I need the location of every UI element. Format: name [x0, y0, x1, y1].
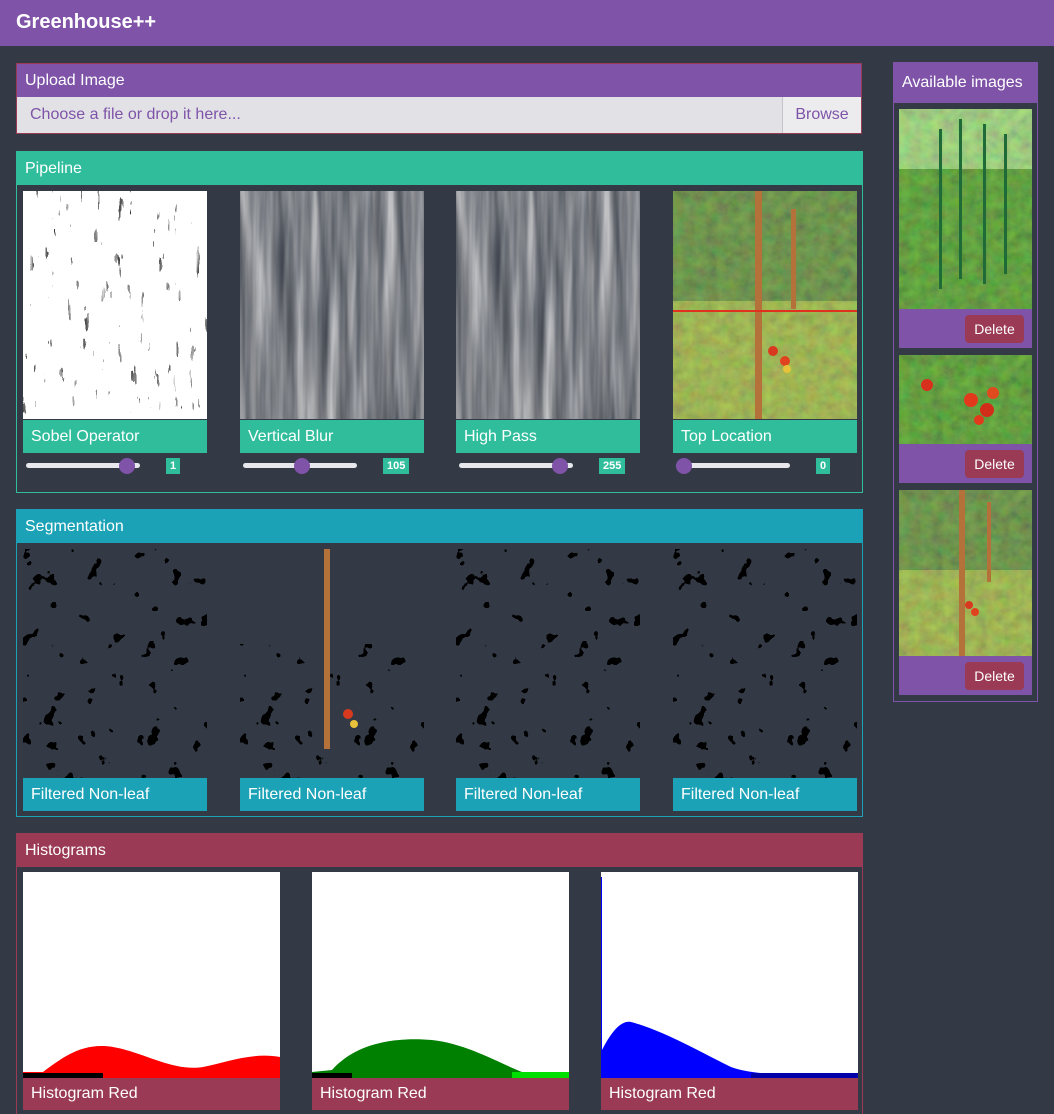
histogram-plot	[601, 872, 858, 1078]
step-value-badge: 0	[816, 458, 831, 474]
slider-thumb[interactable]	[293, 458, 310, 474]
vertical-blur-slider[interactable]	[243, 458, 357, 474]
segmentation-label: Filtered Non-leaf	[673, 778, 857, 811]
histograms-card: Histograms Histogram Red Histogram Red H…	[16, 833, 863, 1114]
step-value-badge: 105	[383, 458, 410, 474]
navbar: Greenhouse++	[0, 0, 1054, 46]
available-image-bar: Delete	[899, 656, 1032, 695]
segmentation-header: Segmentation	[17, 510, 862, 543]
delete-button[interactable]: Delete	[965, 450, 1024, 478]
high-pass-slider[interactable]	[459, 458, 573, 474]
histogram-plot	[312, 872, 569, 1078]
pipeline-card: Pipeline Sobel Operator 1 Vertical Blur …	[16, 151, 863, 493]
available-images-header: Available images	[894, 63, 1037, 103]
available-image-thumbnail[interactable]	[899, 490, 1032, 656]
histogram-label: Histogram Red	[601, 1078, 858, 1110]
step-label: Sobel Operator	[23, 420, 207, 453]
segmentation-card: Segmentation Filtered Non-leaf Filtered …	[16, 509, 863, 817]
segmentation-label: Filtered Non-leaf	[23, 778, 207, 811]
delete-button[interactable]: Delete	[965, 662, 1024, 690]
histogram-plot	[23, 872, 280, 1078]
browse-button[interactable]: Browse	[782, 97, 861, 133]
available-image-thumbnail[interactable]	[899, 355, 1032, 444]
available-images-panel: Available images Delete Delete Delete	[893, 62, 1038, 702]
step-value-badge: 255	[599, 458, 626, 474]
available-image-bar: Delete	[899, 444, 1032, 483]
available-image-bar: Delete	[899, 309, 1032, 348]
segmentation-background-cutout	[240, 549, 424, 778]
histograms-header: Histograms	[17, 834, 862, 867]
upload-card: Upload Image Choose a file or drop it he…	[16, 63, 862, 134]
slider-track	[676, 463, 790, 468]
app-title[interactable]: Greenhouse++	[16, 11, 156, 34]
top-location-slider[interactable]	[676, 458, 790, 474]
delete-button[interactable]: Delete	[965, 315, 1024, 343]
slider-thumb[interactable]	[119, 458, 136, 474]
step-label: High Pass	[456, 420, 640, 453]
segmentation-label: Filtered Non-leaf	[456, 778, 640, 811]
histogram-label: Histogram Red	[23, 1078, 280, 1110]
segmentation-label: Filtered Non-leaf	[240, 778, 424, 811]
top-location-image	[673, 191, 857, 419]
file-input-placeholder: Choose a file or drop it here...	[30, 106, 241, 123]
slider-thumb[interactable]	[552, 458, 569, 474]
available-image-item: Delete	[899, 109, 1032, 348]
available-image-thumbnail[interactable]	[899, 109, 1032, 309]
pipeline-header: Pipeline	[17, 152, 862, 185]
high-pass-image	[456, 191, 640, 419]
sobel-slider[interactable]	[26, 458, 140, 474]
vertical-blur-image	[240, 191, 424, 419]
histogram-label: Histogram Red	[312, 1078, 569, 1110]
available-image-item: Delete	[899, 355, 1032, 483]
sobel-image	[23, 191, 207, 419]
upload-header: Upload Image	[17, 64, 861, 97]
segmentation-leaf-cutout	[673, 549, 857, 778]
slider-thumb[interactable]	[676, 458, 692, 474]
available-image-item: Delete	[899, 490, 1032, 696]
step-label: Vertical Blur	[240, 420, 424, 453]
segmentation-mask-green	[456, 549, 640, 778]
step-label: Top Location	[673, 420, 857, 453]
step-value-badge: 1	[166, 458, 181, 474]
file-input[interactable]: Choose a file or drop it here... Browse	[17, 97, 861, 133]
segmentation-mask-brown	[23, 549, 207, 778]
